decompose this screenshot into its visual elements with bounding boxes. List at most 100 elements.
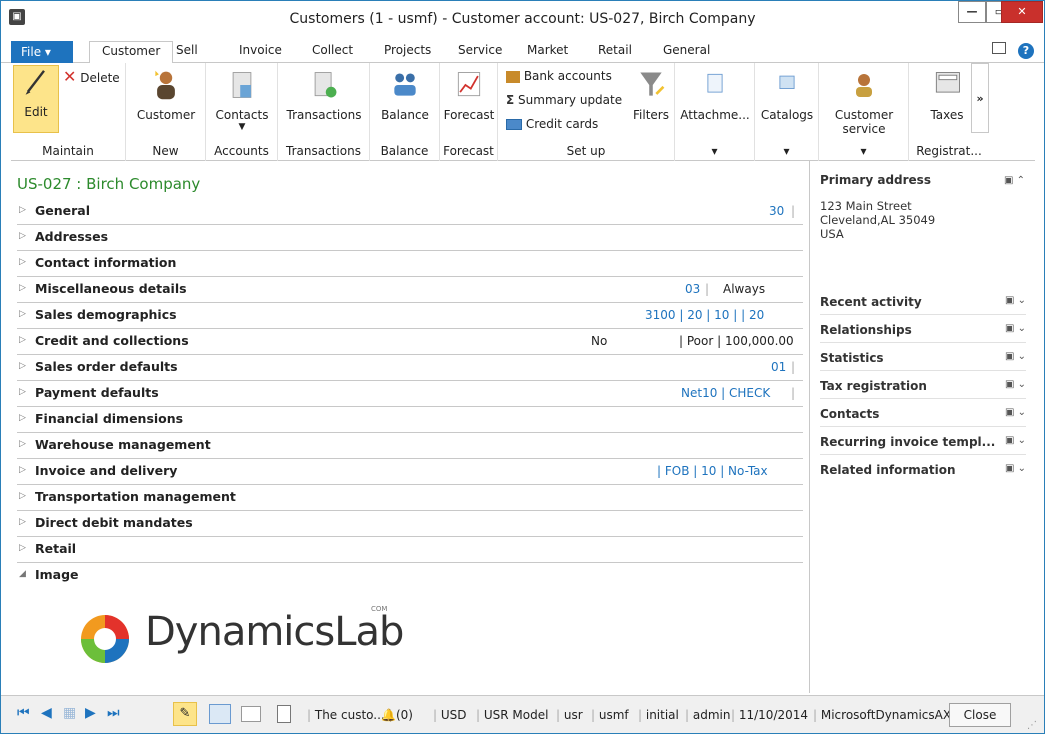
balance-button[interactable]: Balance <box>374 69 436 122</box>
list-view-icon[interactable] <box>241 706 261 722</box>
new-customer-button[interactable]: Customer <box>134 69 198 122</box>
tab-service[interactable]: Service <box>458 43 502 57</box>
model-indicator[interactable]: | USR Model <box>476 708 548 722</box>
expand-arrow-icon: ▷ <box>19 491 26 501</box>
user-text: admin <box>692 708 731 722</box>
factbox-related-information[interactable]: Related information ▣ ⌄ <box>820 455 1026 483</box>
tab-general[interactable]: General <box>663 43 710 57</box>
minimize-button[interactable]: — <box>958 1 986 23</box>
factbox-collapse-icon[interactable]: ▣ ⌃ <box>1004 175 1025 186</box>
fasttab-summary: 30 <box>769 204 785 218</box>
alerts-indicator[interactable]: 🔔(0) <box>381 708 413 722</box>
expand-chevron-icon[interactable]: ▣ ⌄ <box>1005 351 1026 362</box>
ribbon-overflow-button[interactable]: » <box>971 63 989 133</box>
fasttab-miscellaneous-details[interactable]: ▷ Miscellaneous details 03 | Always <box>17 277 803 303</box>
fasttab-label: Retail <box>35 541 77 556</box>
application-window: ▣ Customers (1 - usmf) - Customer accoun… <box>0 0 1045 734</box>
address-line-3: USA <box>820 227 844 241</box>
company-indicator[interactable]: | usmf <box>591 708 629 722</box>
fasttab-contact-information[interactable]: ▷ Contact information <box>17 251 803 277</box>
date-indicator[interactable]: | 11/10/2014 <box>731 708 808 722</box>
tab-projects[interactable]: Projects <box>384 43 431 57</box>
expand-chevron-icon[interactable]: ▣ ⌄ <box>1005 463 1026 474</box>
contacts-doc-icon <box>232 72 252 98</box>
edit-mode-pencil-icon[interactable]: ✎ <box>173 702 197 726</box>
tab-collect[interactable]: Collect <box>312 43 353 57</box>
delete-button[interactable]: ✕ Delete <box>63 67 120 86</box>
group-maintain: Edit ✕ Delete Maintain <box>11 63 126 161</box>
factbox-pane: Primary address ▣ ⌃ 123 Main Street Clev… <box>809 161 1035 693</box>
fasttab-addresses[interactable]: ▷ Addresses <box>17 225 803 251</box>
factbox-contacts[interactable]: Contacts ▣ ⌄ <box>820 399 1026 427</box>
filters-button[interactable]: Filters <box>630 69 672 122</box>
partition-indicator[interactable]: | initial <box>638 708 679 722</box>
grid-view-icon[interactable]: ▦ <box>63 705 76 721</box>
contacts-button[interactable]: Contacts ▼ <box>210 69 274 132</box>
edit-button[interactable]: Edit <box>13 65 59 133</box>
tab-market[interactable]: Market <box>527 43 568 57</box>
group-label-maintain: Maintain <box>42 144 94 158</box>
fasttab-invoice-and-delivery[interactable]: ▷ Invoice and delivery | FOB | 10 | No-Tax <box>17 459 803 485</box>
expand-chevron-icon[interactable]: ▣ ⌄ <box>1005 379 1026 390</box>
tab-sell[interactable]: Sell <box>176 43 198 57</box>
fasttab-credit-and-collections[interactable]: ▷ Credit and collections No | Poor | 100,00… <box>17 329 803 355</box>
factbox-tax-registration[interactable]: Tax registration ▣ ⌄ <box>820 371 1026 399</box>
fasttab-transportation-management[interactable]: ▷ Transportation management <box>17 485 803 511</box>
customer-service-dropdown-icon[interactable]: ▾ <box>819 144 908 158</box>
tab-invoice[interactable]: Invoice <box>239 43 282 57</box>
customer-service-button[interactable]: Customer service <box>827 69 901 136</box>
summary-update-button[interactable]: Σ Summary update <box>506 93 622 107</box>
fasttab-sales-order-defaults[interactable]: ▷ Sales order defaults 01 | <box>17 355 803 381</box>
fasttab-general[interactable]: ▷ General 30 | <box>17 199 803 225</box>
layer-indicator[interactable]: | usr <box>556 708 583 722</box>
fasttab-financial-dimensions[interactable]: ▷ Financial dimensions <box>17 407 803 433</box>
group-customer-service: Customer service ▾ <box>819 63 909 161</box>
taxes-button[interactable]: Taxes <box>917 69 977 122</box>
details-view-icon[interactable] <box>209 704 231 724</box>
fasttab-summary: 3100 | 20 | 10 | | 20 <box>645 308 765 322</box>
instance-indicator[interactable]: | MicrosoftDynamicsAX <box>813 708 951 722</box>
fasttab-image[interactable]: ◢ Image <box>17 563 803 589</box>
forecast-button[interactable]: Forecast <box>442 69 496 122</box>
layer-text: usr <box>563 708 583 722</box>
factbox-recurring-invoice[interactable]: Recurring invoice templ... ▣ ⌄ <box>820 427 1026 455</box>
currency-indicator[interactable]: | USD <box>433 708 467 722</box>
last-record-icon[interactable]: ⏭ <box>107 705 120 721</box>
tab-customer[interactable]: Customer <box>89 41 174 64</box>
credit-cards-button[interactable]: Credit cards <box>506 117 598 131</box>
bank-icon <box>506 70 520 83</box>
expand-chevron-icon[interactable]: ▣ ⌄ <box>1005 435 1026 446</box>
first-record-icon[interactable]: ⏮ <box>17 705 30 721</box>
expand-arrow-icon: ▷ <box>19 439 26 449</box>
status-message[interactable]: | The custo... | <box>307 708 393 722</box>
fasttab-payment-defaults[interactable]: ▷ Payment defaults Net10 | CHECK | <box>17 381 803 407</box>
factbox-recent-activity[interactable]: Recent activity ▣ ⌄ <box>820 287 1026 315</box>
factbox-relationships[interactable]: Relationships ▣ ⌄ <box>820 315 1026 343</box>
close-window-button[interactable]: ✕ <box>1001 1 1043 23</box>
attachments-button[interactable]: Attachme... <box>679 69 751 122</box>
expand-chevron-icon[interactable]: ▣ ⌄ <box>1005 323 1026 334</box>
resize-grip-icon[interactable]: ⋰ <box>1027 720 1037 731</box>
fasttab-retail[interactable]: ▷ Retail <box>17 537 803 563</box>
file-menu-tab[interactable]: File ▾ <box>11 41 73 63</box>
fasttab-direct-debit-mandates[interactable]: ▷ Direct debit mandates <box>17 511 803 537</box>
close-button[interactable]: Close <box>949 703 1011 727</box>
transactions-button[interactable]: Transactions <box>282 69 366 122</box>
fasttab-summary-2: | Poor | 100,000.00 <box>679 334 794 348</box>
restore-layout-icon[interactable] <box>992 42 1007 54</box>
tab-retail[interactable]: Retail <box>598 43 632 57</box>
fasttab-sales-demographics[interactable]: ▷ Sales demographics 3100 | 20 | 10 | | 20 <box>17 303 803 329</box>
help-icon[interactable]: ? <box>1018 43 1034 59</box>
bank-accounts-button[interactable]: Bank accounts <box>506 69 612 83</box>
previous-record-icon[interactable]: ◀ <box>41 705 52 721</box>
factbox-statistics[interactable]: Statistics ▣ ⌄ <box>820 343 1026 371</box>
catalogs-dropdown-icon[interactable]: ▾ <box>755 144 818 158</box>
document-handling-icon[interactable] <box>277 705 291 723</box>
attachments-dropdown-icon[interactable]: ▾ <box>675 144 754 158</box>
user-indicator[interactable]: | admin <box>685 708 730 722</box>
fasttab-warehouse-management[interactable]: ▷ Warehouse management <box>17 433 803 459</box>
expand-chevron-icon[interactable]: ▣ ⌄ <box>1005 407 1026 418</box>
next-record-icon[interactable]: ▶ <box>85 705 96 721</box>
expand-chevron-icon[interactable]: ▣ ⌄ <box>1005 295 1026 306</box>
catalogs-button[interactable]: Catalogs <box>757 69 817 122</box>
